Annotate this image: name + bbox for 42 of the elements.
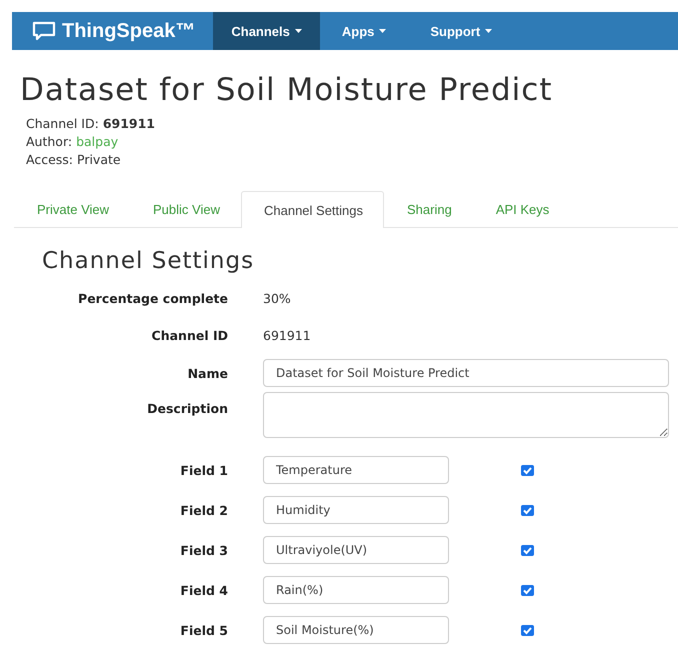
field-label: Channel ID xyxy=(150,328,228,343)
checkbox[interactable] xyxy=(521,504,534,516)
brand-logo[interactable]: ThingSpeak™ xyxy=(12,12,214,50)
section-heading: Channel Settings xyxy=(42,248,256,274)
caret-icon xyxy=(294,29,302,33)
name-input[interactable]: Dataset for Soil Moisture Predict xyxy=(263,359,669,387)
field-label: Name xyxy=(186,366,228,380)
channel-info: Author: balpay xyxy=(26,134,120,149)
checkbox[interactable] xyxy=(521,624,534,636)
tab[interactable]: Sharing xyxy=(384,191,473,227)
field-value: 30% xyxy=(263,291,292,306)
field-label: Field 5 xyxy=(179,622,228,638)
nav-menu[interactable]: Channels xyxy=(213,12,320,50)
field-label: Description xyxy=(146,400,228,416)
field-input[interactable]: Temperature xyxy=(263,456,449,484)
description-input[interactable] xyxy=(263,392,669,438)
field-value: 691911 xyxy=(263,328,312,343)
field-label: Percentage complete xyxy=(77,291,228,306)
nav-menu[interactable]: Apps xyxy=(320,12,408,50)
tab[interactable]: Private View xyxy=(14,191,130,227)
field-input[interactable]: Soil Moisture(%) xyxy=(263,616,449,644)
caret-icon xyxy=(485,29,492,33)
brand-name: ThingSpeak™ xyxy=(62,20,196,42)
tab[interactable]: Channel Settings xyxy=(240,191,384,228)
field-label: Field 1 xyxy=(179,462,228,478)
speech-bubble-icon xyxy=(32,21,56,41)
channel-info: Channel ID: 691911 xyxy=(26,116,156,131)
field-label: Field 4 xyxy=(179,582,228,598)
field-label: Field 2 xyxy=(179,502,228,518)
nav-menu[interactable]: Support xyxy=(408,12,514,50)
field-input[interactable]: Ultraviyole(UV) xyxy=(263,536,449,564)
field-label: Field 3 xyxy=(179,542,228,558)
field-input[interactable]: Humidity xyxy=(263,496,449,524)
tab[interactable]: API Keys xyxy=(472,191,570,227)
channel-title: Dataset for Soil Moisture Predict xyxy=(20,72,554,108)
checkbox[interactable] xyxy=(521,544,534,556)
checkbox[interactable] xyxy=(521,464,534,476)
checkbox[interactable] xyxy=(521,584,534,596)
channel-info: Access: Private xyxy=(26,152,122,167)
caret-icon xyxy=(379,29,386,33)
tab[interactable]: Public View xyxy=(130,191,241,227)
field-input[interactable]: Rain(%) xyxy=(263,576,449,604)
